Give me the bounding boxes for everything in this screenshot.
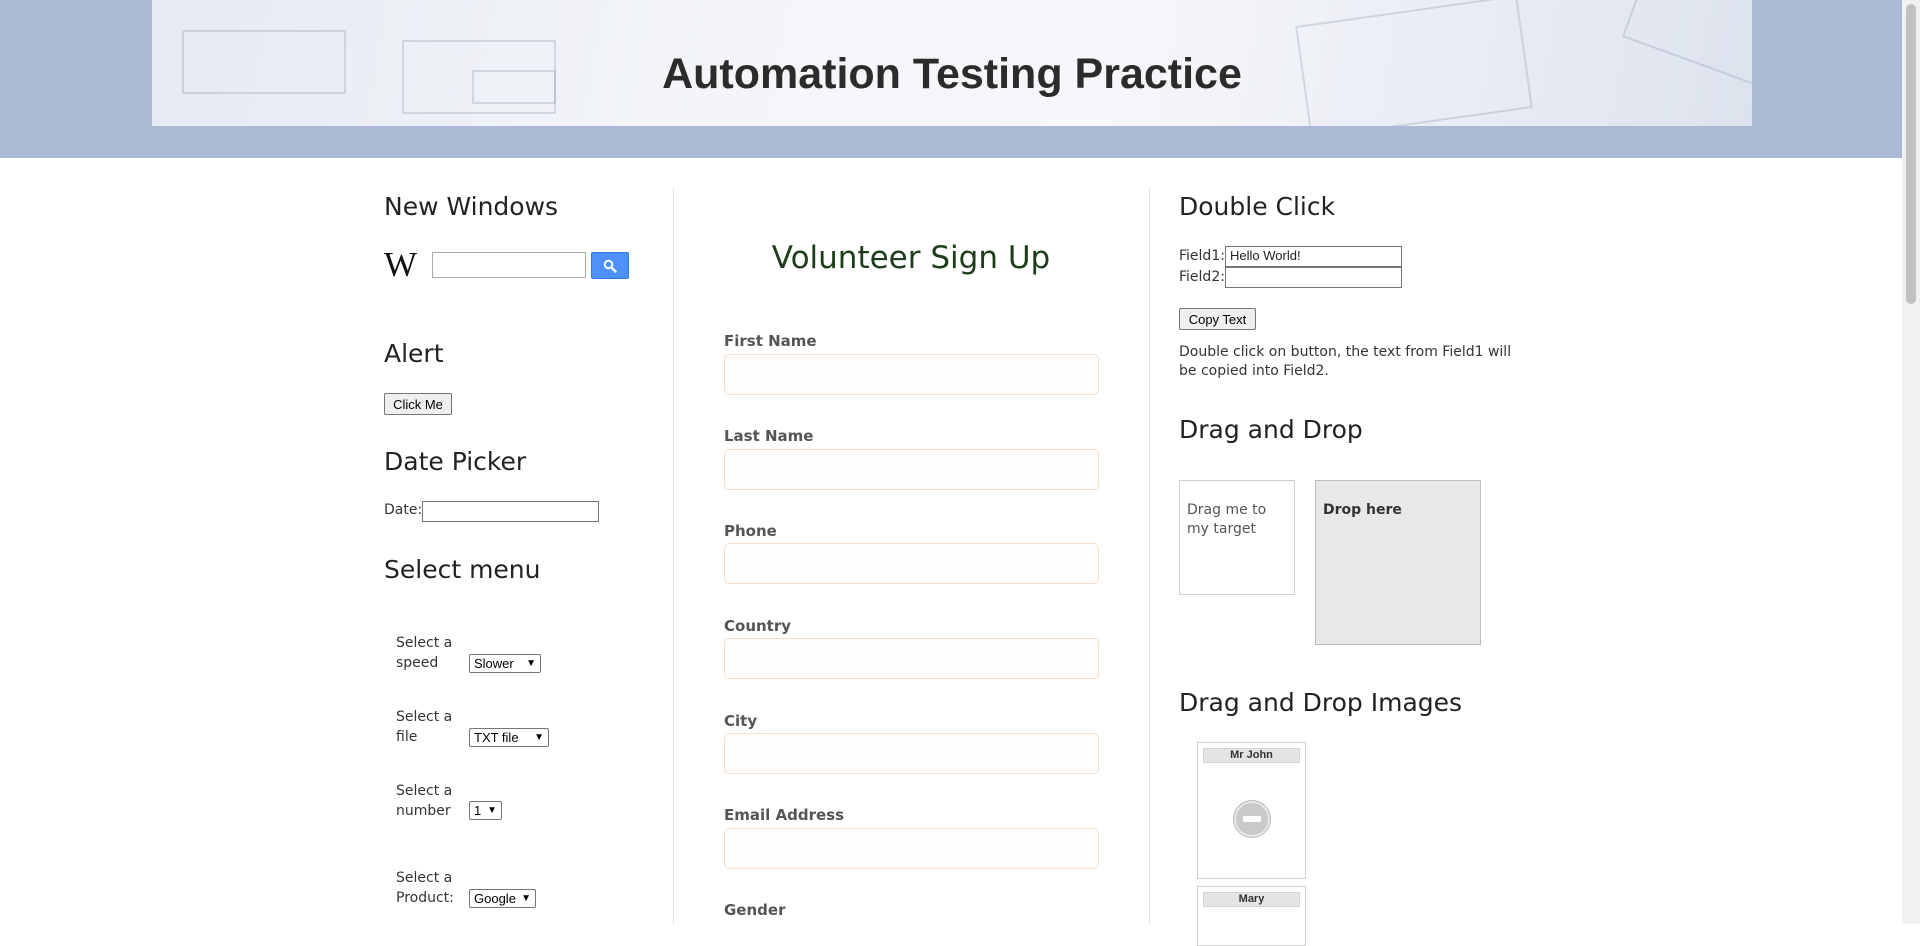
product-select-value: Google bbox=[474, 891, 516, 906]
product-select[interactable]: Google ▼ bbox=[469, 889, 536, 908]
phone-input[interactable] bbox=[724, 543, 1099, 584]
column-divider bbox=[673, 188, 674, 924]
file-select[interactable]: TXT file ▼ bbox=[469, 728, 549, 747]
wikipedia-logo: W bbox=[384, 245, 418, 284]
droppable-label: Drop here bbox=[1323, 502, 1402, 518]
field1-input[interactable]: Hello World! bbox=[1225, 246, 1402, 267]
draggable-label: Drag me to my target bbox=[1187, 502, 1267, 537]
last-name-label: Last Name bbox=[724, 427, 814, 445]
date-picker-heading: Date Picker bbox=[384, 447, 527, 476]
volunteer-signup-title: Volunteer Sign Up bbox=[771, 240, 1051, 276]
scrollbar-thumb[interactable] bbox=[1906, 4, 1916, 304]
chevron-down-icon: ▼ bbox=[487, 805, 497, 816]
alert-heading: Alert bbox=[384, 339, 444, 368]
email-input[interactable] bbox=[724, 828, 1099, 869]
drag-drop-heading: Drag and Drop bbox=[1179, 415, 1363, 444]
email-label: Email Address bbox=[724, 806, 845, 824]
select-product-label: Select a Product: bbox=[396, 870, 454, 906]
number-select[interactable]: 1 ▼ bbox=[469, 801, 502, 820]
alert-click-me-button[interactable]: Click Me bbox=[384, 393, 452, 415]
number-select-value: 1 bbox=[474, 803, 482, 818]
country-label: Country bbox=[724, 617, 792, 635]
date-label: Date: bbox=[384, 502, 423, 518]
header-banner: Automation Testing Practice bbox=[152, 0, 1752, 126]
card-caption: Mr John bbox=[1203, 748, 1300, 763]
double-click-heading: Double Click bbox=[1179, 192, 1336, 221]
wikipedia-search-button[interactable] bbox=[591, 252, 629, 279]
first-name-label: First Name bbox=[724, 332, 817, 350]
date-input[interactable] bbox=[422, 501, 599, 522]
gallery-card-mr-john[interactable]: Mr John bbox=[1197, 742, 1306, 879]
select-speed-label: Select a speed bbox=[396, 635, 453, 671]
chevron-down-icon: ▼ bbox=[526, 658, 536, 669]
drag-drop-images-heading: Drag and Drop Images bbox=[1179, 688, 1463, 717]
new-windows-heading: New Windows bbox=[384, 192, 559, 221]
wikipedia-search-input[interactable] bbox=[432, 252, 586, 278]
first-name-input[interactable] bbox=[724, 354, 1099, 395]
search-icon bbox=[603, 259, 617, 273]
draggable-box[interactable]: Drag me to my target bbox=[1179, 480, 1295, 595]
field1-label: Field1: bbox=[1179, 248, 1225, 264]
gender-label: Gender bbox=[724, 901, 786, 919]
select-file-label: Select a file bbox=[396, 709, 453, 745]
speed-select[interactable]: Slower ▼ bbox=[469, 654, 541, 673]
phone-label: Phone bbox=[724, 522, 777, 540]
gallery-card-mary[interactable]: Mary bbox=[1197, 886, 1306, 946]
card-caption: Mary bbox=[1203, 892, 1300, 907]
last-name-input[interactable] bbox=[724, 449, 1099, 490]
chevron-down-icon: ▼ bbox=[521, 893, 531, 904]
select-menu-heading: Select menu bbox=[384, 555, 541, 584]
double-click-description: Double click on button, the text from Fi… bbox=[1179, 344, 1512, 379]
page-title: Automation Testing Practice bbox=[662, 50, 1242, 98]
city-input[interactable] bbox=[724, 733, 1099, 774]
speed-select-value: Slower bbox=[474, 656, 514, 671]
country-input[interactable] bbox=[724, 638, 1099, 679]
droppable-box[interactable]: Drop here bbox=[1315, 480, 1481, 645]
field2-input[interactable] bbox=[1225, 267, 1402, 288]
no-entry-icon bbox=[1234, 801, 1270, 837]
select-number-label: Select a number bbox=[396, 783, 453, 819]
field2-label: Field2: bbox=[1179, 269, 1225, 285]
scrollbar[interactable] bbox=[1902, 0, 1920, 924]
copy-text-button[interactable]: Copy Text bbox=[1179, 308, 1256, 330]
city-label: City bbox=[724, 712, 758, 730]
file-select-value: TXT file bbox=[474, 730, 519, 745]
chevron-down-icon: ▼ bbox=[534, 732, 544, 743]
column-divider bbox=[1149, 188, 1150, 924]
